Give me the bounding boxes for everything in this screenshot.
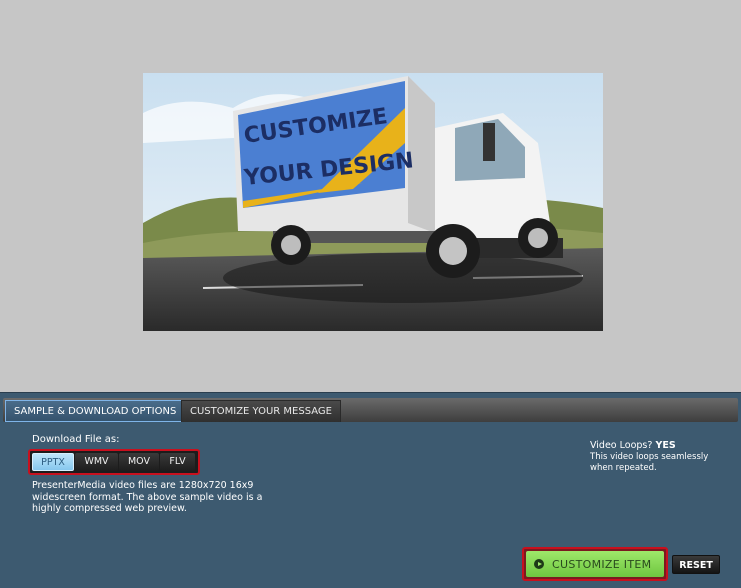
video-loops-title: Video Loops? YES (590, 440, 720, 451)
tab-bar: SAMPLE & DOWNLOAD OPTIONS CUSTOMIZE YOUR… (3, 398, 738, 422)
video-loops-description: This video loops seamlessly when repeate… (590, 452, 709, 473)
video-loops-label: Video Loops? (590, 440, 653, 451)
download-file-label: Download File as: (32, 434, 120, 445)
customize-item-label: CUSTOMIZE ITEM (552, 557, 652, 571)
customize-item-button[interactable]: CUSTOMIZE ITEM (526, 551, 664, 577)
video-loops-info: Video Loops? YES This video loops seamle… (590, 440, 720, 474)
customize-item-highlight: CUSTOMIZE ITEM (522, 547, 668, 581)
truck-preview-image: CUSTOMIZE YOUR DESIGN (143, 73, 603, 331)
video-preview-area: CUSTOMIZE YOUR DESIGN (0, 0, 741, 392)
tab-sample-download[interactable]: SAMPLE & DOWNLOAD OPTIONS (5, 400, 186, 422)
play-circle-icon (534, 559, 544, 569)
options-panel: SAMPLE & DOWNLOAD OPTIONS CUSTOMIZE YOUR… (0, 392, 741, 588)
format-selector: PPTX WMV MOV FLV (28, 449, 200, 475)
video-loops-value: YES (655, 440, 676, 451)
format-description: PresenterMedia video files are 1280x720 … (32, 480, 263, 514)
format-wmv-button[interactable]: WMV (75, 453, 118, 471)
format-pptx-button[interactable]: PPTX (32, 453, 74, 471)
video-preview[interactable]: CUSTOMIZE YOUR DESIGN (143, 73, 603, 331)
reset-button[interactable]: RESET (672, 555, 720, 574)
format-mov-button[interactable]: MOV (119, 453, 159, 471)
tab-customize-message[interactable]: CUSTOMIZE YOUR MESSAGE (181, 400, 341, 422)
format-flv-button[interactable]: FLV (160, 453, 195, 471)
